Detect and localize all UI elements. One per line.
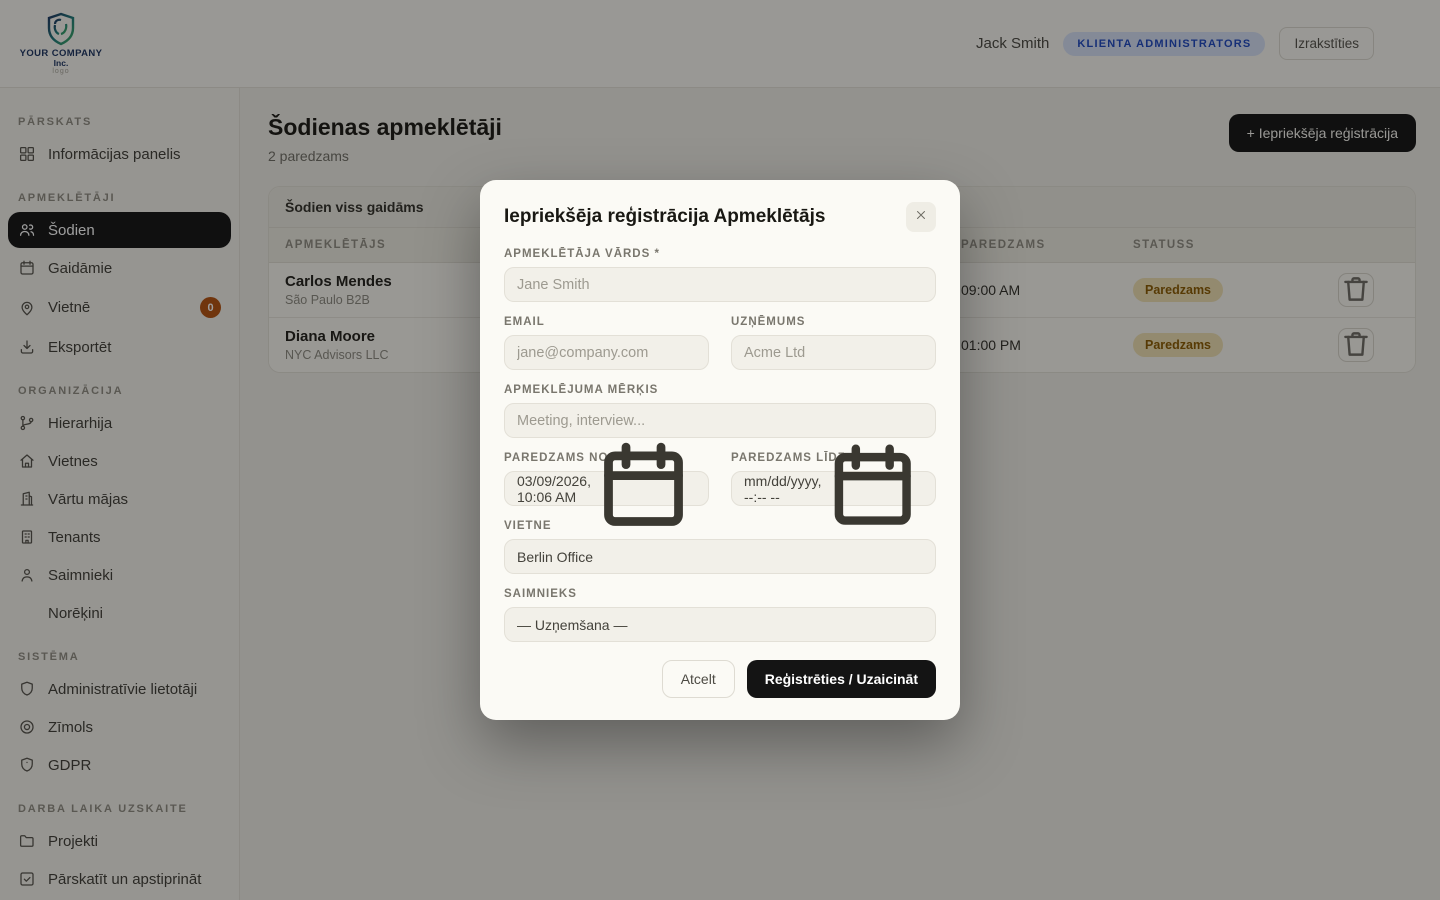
- host-label: SAIMNIEKS: [504, 588, 577, 600]
- expected-to-input[interactable]: mm/dd/yyyy, --:-- --: [731, 444, 936, 525]
- site-select[interactable]: Berlin Office: [504, 539, 936, 574]
- expected-from-value: 03/09/2026, 10:06 AM: [517, 472, 591, 505]
- cancel-button[interactable]: Atcelt: [661, 660, 735, 698]
- modal-title: Iepriekšēja reģistrācija Apmeklētājs: [504, 206, 826, 227]
- visitor-name-input[interactable]: [504, 267, 936, 302]
- register-invite-button[interactable]: Reģistrēties / Uzaicināt: [746, 660, 936, 698]
- purpose-label: APMEKLĒJUMA MĒRĶIS: [504, 384, 659, 396]
- host-select[interactable]: — Uzņemšana —: [504, 607, 936, 642]
- company-input[interactable]: [731, 335, 936, 370]
- app-window: YOUR COMPANY Inc. logo Jack Smith KLIENT…: [0, 0, 1440, 900]
- host-selected-value: — Uzņemšana —: [517, 616, 628, 633]
- calendar-icon: [591, 434, 696, 543]
- preregistration-modal: Iepriekšēja reģistrācija Apmeklētājs APM…: [480, 180, 960, 720]
- calendar-icon: [822, 436, 923, 541]
- email-input[interactable]: [504, 335, 709, 370]
- expected-to-value: mm/dd/yyyy, --:-- --: [744, 472, 822, 505]
- visitor-name-label: APMEKLĒTĀJA VĀRDS *: [504, 248, 660, 260]
- company-label: UZŅĒMUMS: [731, 316, 806, 328]
- close-button[interactable]: [906, 202, 936, 232]
- purpose-input[interactable]: [504, 403, 936, 438]
- email-label: EMAIL: [504, 316, 545, 328]
- close-icon: [914, 208, 928, 226]
- expected-from-input[interactable]: 03/09/2026, 10:06 AM: [504, 442, 709, 526]
- site-selected-value: Berlin Office: [517, 548, 593, 565]
